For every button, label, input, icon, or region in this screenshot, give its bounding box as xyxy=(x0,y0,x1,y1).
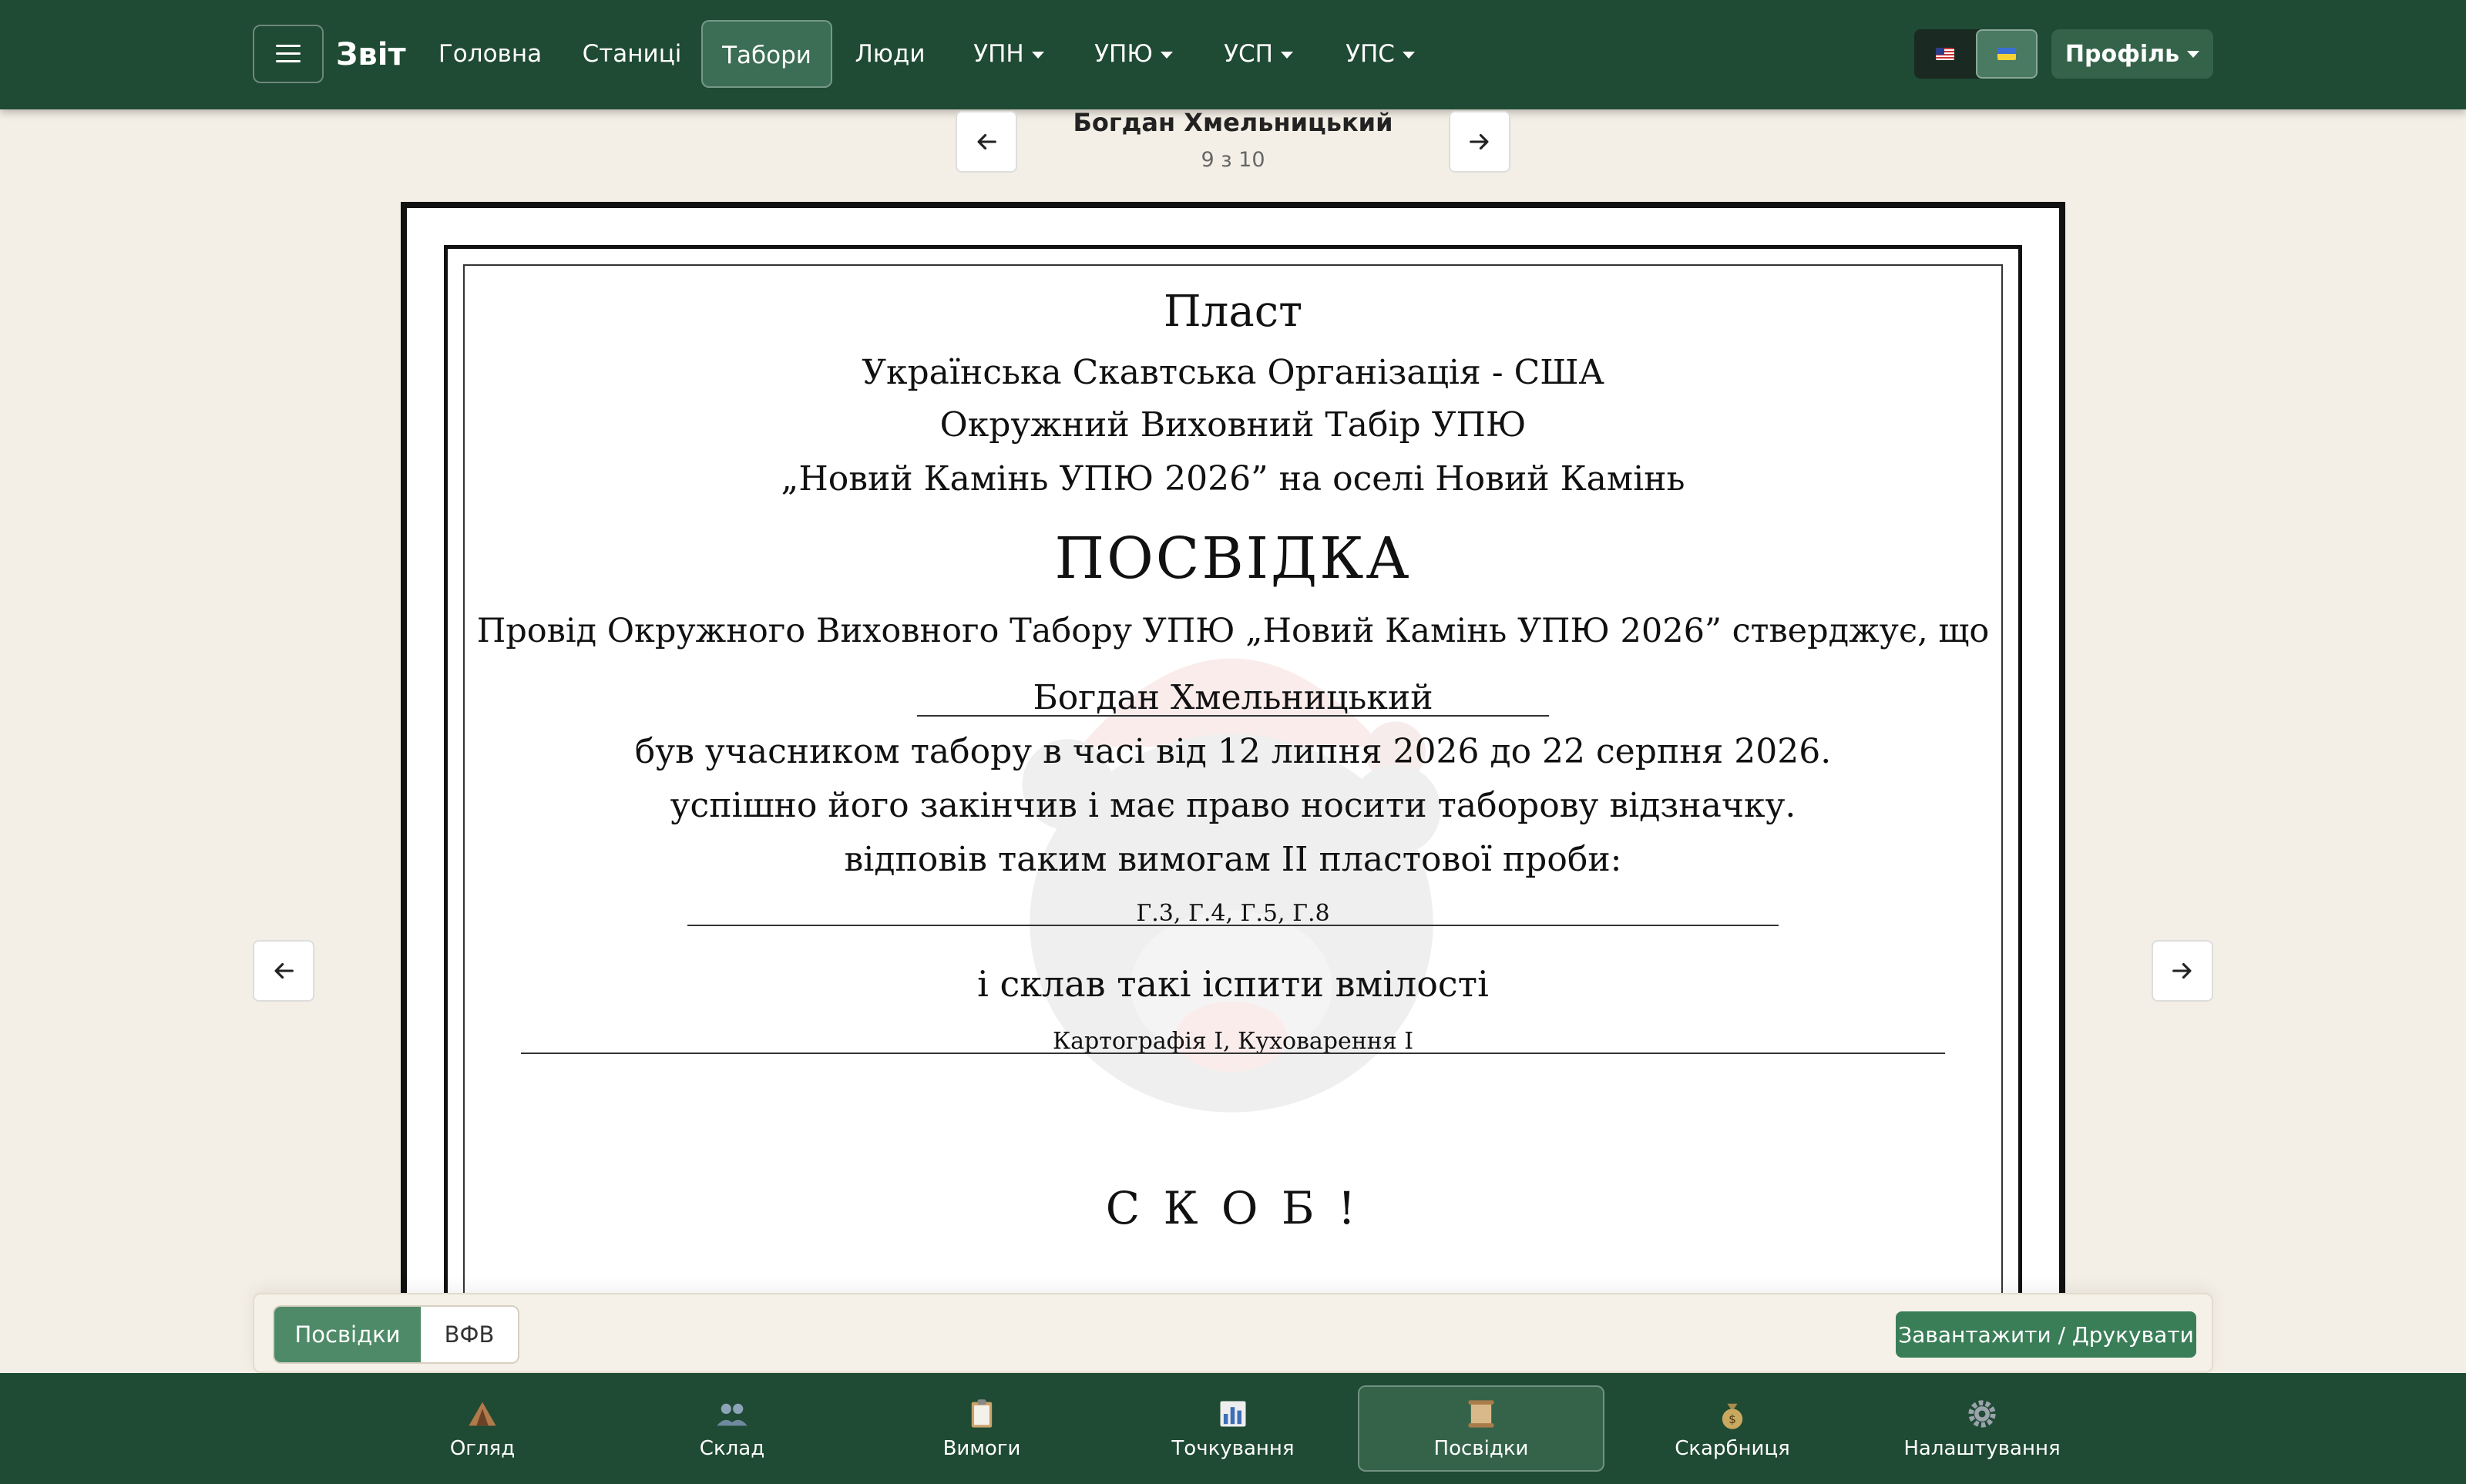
cert-camp-type: Окружний Виховний Табір УПЮ xyxy=(939,405,1527,445)
cert-org-full: Українська Скавтська Організація - США xyxy=(862,353,1604,392)
bar-chart-icon xyxy=(1220,1401,1246,1427)
bottom-nav-requirements[interactable]: Вимоги xyxy=(858,1385,1105,1472)
tent-icon xyxy=(469,1402,496,1426)
nav-dropdown-upn[interactable]: УПН xyxy=(962,20,1056,88)
nav-label: УПС xyxy=(1346,40,1395,68)
nav-item-camps[interactable]: Табори xyxy=(701,20,832,88)
hamburger-icon xyxy=(276,45,301,63)
bottom-nav-overview[interactable]: Огляд xyxy=(359,1385,606,1472)
nav-label: УПН xyxy=(973,40,1024,68)
document-type-tabs: Посвідки ВФВ xyxy=(273,1305,519,1364)
nav-label: УСП xyxy=(1224,40,1273,68)
requirements-underline xyxy=(687,925,1779,926)
profile-dropdown-button[interactable]: Профіль xyxy=(2051,29,2213,79)
bottom-nav-label: Точкування xyxy=(1171,1437,1295,1460)
participant-underline xyxy=(917,715,1549,717)
nav-item-stanytsi[interactable]: Станиці xyxy=(575,20,689,88)
brand-title[interactable]: Звіт xyxy=(336,34,406,76)
pager-count: 9 з 10 xyxy=(1201,148,1265,172)
document-toolbar: Посвідки ВФВ Завантажити / Друкувати xyxy=(253,1293,2213,1373)
cert-camp-name: „Новий Камінь УПЮ 2026” на оселі Новий К… xyxy=(781,459,1685,499)
bottom-nav-label: Склад xyxy=(699,1437,765,1460)
clipboard-icon xyxy=(971,1399,993,1428)
caret-down-icon xyxy=(1160,52,1173,59)
cert-requirements-value: Г.3, Г.4, Г.5, Г.8 xyxy=(1136,900,1330,927)
nav-dropdown-upyu[interactable]: УПЮ xyxy=(1085,20,1182,88)
bottom-nav-label: Посвідки xyxy=(1433,1437,1529,1460)
nav-dropdown-ups[interactable]: УПС xyxy=(1333,20,1427,88)
arrow-right-icon xyxy=(1470,133,1489,150)
next-person-button[interactable] xyxy=(1449,111,1510,173)
cert-statement: Провід Окружного Виховного Табору УПЮ „Н… xyxy=(476,612,1990,650)
caret-down-icon xyxy=(2187,50,2200,58)
menu-toggle-button[interactable] xyxy=(253,25,324,83)
nav-label: Головна xyxy=(438,40,543,68)
bottom-navigation: Огляд Склад Вимоги Точкування Посвідки $… xyxy=(0,1373,2466,1484)
top-navbar: Звіт Головна Станиці Табори Люди УПН УПЮ… xyxy=(0,0,2466,109)
cert-dates-line: був учасником табору в часі від 12 липня… xyxy=(634,732,1832,771)
bottom-nav-label: Вимоги xyxy=(942,1437,1021,1460)
scroll-icon xyxy=(1468,1400,1494,1428)
bottom-nav-label: Налаштування xyxy=(1903,1437,2061,1460)
svg-text:$: $ xyxy=(1729,1412,1736,1426)
caret-down-icon xyxy=(1280,52,1293,59)
arrow-left-icon xyxy=(274,962,294,979)
cert-participant-name: Богдан Хмельницький xyxy=(1033,678,1433,717)
language-switcher xyxy=(1914,29,2038,79)
ua-flag-icon xyxy=(1997,48,2016,60)
language-button-uk[interactable] xyxy=(1976,29,2038,79)
gear-icon xyxy=(1968,1400,1996,1428)
bottom-nav-certificates[interactable]: Посвідки xyxy=(1358,1385,1604,1472)
money-bag-icon: $ xyxy=(1722,1403,1743,1429)
nav-item-home[interactable]: Головна xyxy=(428,20,552,88)
prev-person-button[interactable] xyxy=(956,111,1017,173)
nav-label: Станиці xyxy=(582,40,682,68)
bottom-nav-treasury[interactable]: $ Скарбниця xyxy=(1609,1385,1856,1472)
bottom-nav-label: Огляд xyxy=(449,1437,516,1460)
bottom-nav-roster[interactable]: Склад xyxy=(609,1385,855,1472)
bottom-nav-label: Скарбниця xyxy=(1675,1437,1790,1460)
bottom-nav-scoring[interactable]: Точкування xyxy=(1110,1385,1356,1472)
nav-label: Люди xyxy=(855,40,926,68)
tab-certificates[interactable]: Посвідки xyxy=(274,1307,421,1362)
cert-skills-value: Картографія I, Куховарення I xyxy=(1052,1028,1414,1055)
language-button-en[interactable] xyxy=(1914,29,1976,79)
skills-underline xyxy=(521,1053,1945,1054)
arrow-right-icon xyxy=(2172,962,2192,979)
cert-skills-line: і склав такі іспити вмілості xyxy=(977,963,1489,1005)
people-icon xyxy=(717,1403,748,1426)
nav-item-people[interactable]: Люди xyxy=(848,20,932,88)
side-prev-button[interactable] xyxy=(253,940,314,1002)
cert-requirements-line: відповів таким вимогам II пластової проб… xyxy=(844,840,1622,879)
pager-person-name: Богдан Хмельницький xyxy=(1073,108,1393,137)
nav-label: Табори xyxy=(722,42,811,69)
cert-org: Пласт xyxy=(1163,287,1303,337)
profile-label: Профіль xyxy=(2065,40,2180,68)
nav-label: УПЮ xyxy=(1094,40,1153,68)
tab-vfv[interactable]: ВФВ xyxy=(421,1307,518,1362)
download-print-button[interactable]: Завантажити / Друкувати xyxy=(1896,1311,2196,1358)
side-next-button[interactable] xyxy=(2152,940,2213,1002)
cert-motto: С К О Б ! xyxy=(1105,1182,1361,1234)
nav-dropdown-usp[interactable]: УСП xyxy=(1211,20,1305,88)
caret-down-icon xyxy=(1031,52,1044,59)
bottom-nav-settings[interactable]: Налаштування xyxy=(1859,1385,2105,1472)
arrow-left-icon xyxy=(977,133,996,150)
us-flag-icon xyxy=(1936,48,1954,60)
cert-completed-line: успішно його закінчив і має право носити… xyxy=(670,786,1796,825)
caret-down-icon xyxy=(1402,52,1415,59)
cert-doc-title: ПОСВІДКА xyxy=(1054,525,1412,592)
